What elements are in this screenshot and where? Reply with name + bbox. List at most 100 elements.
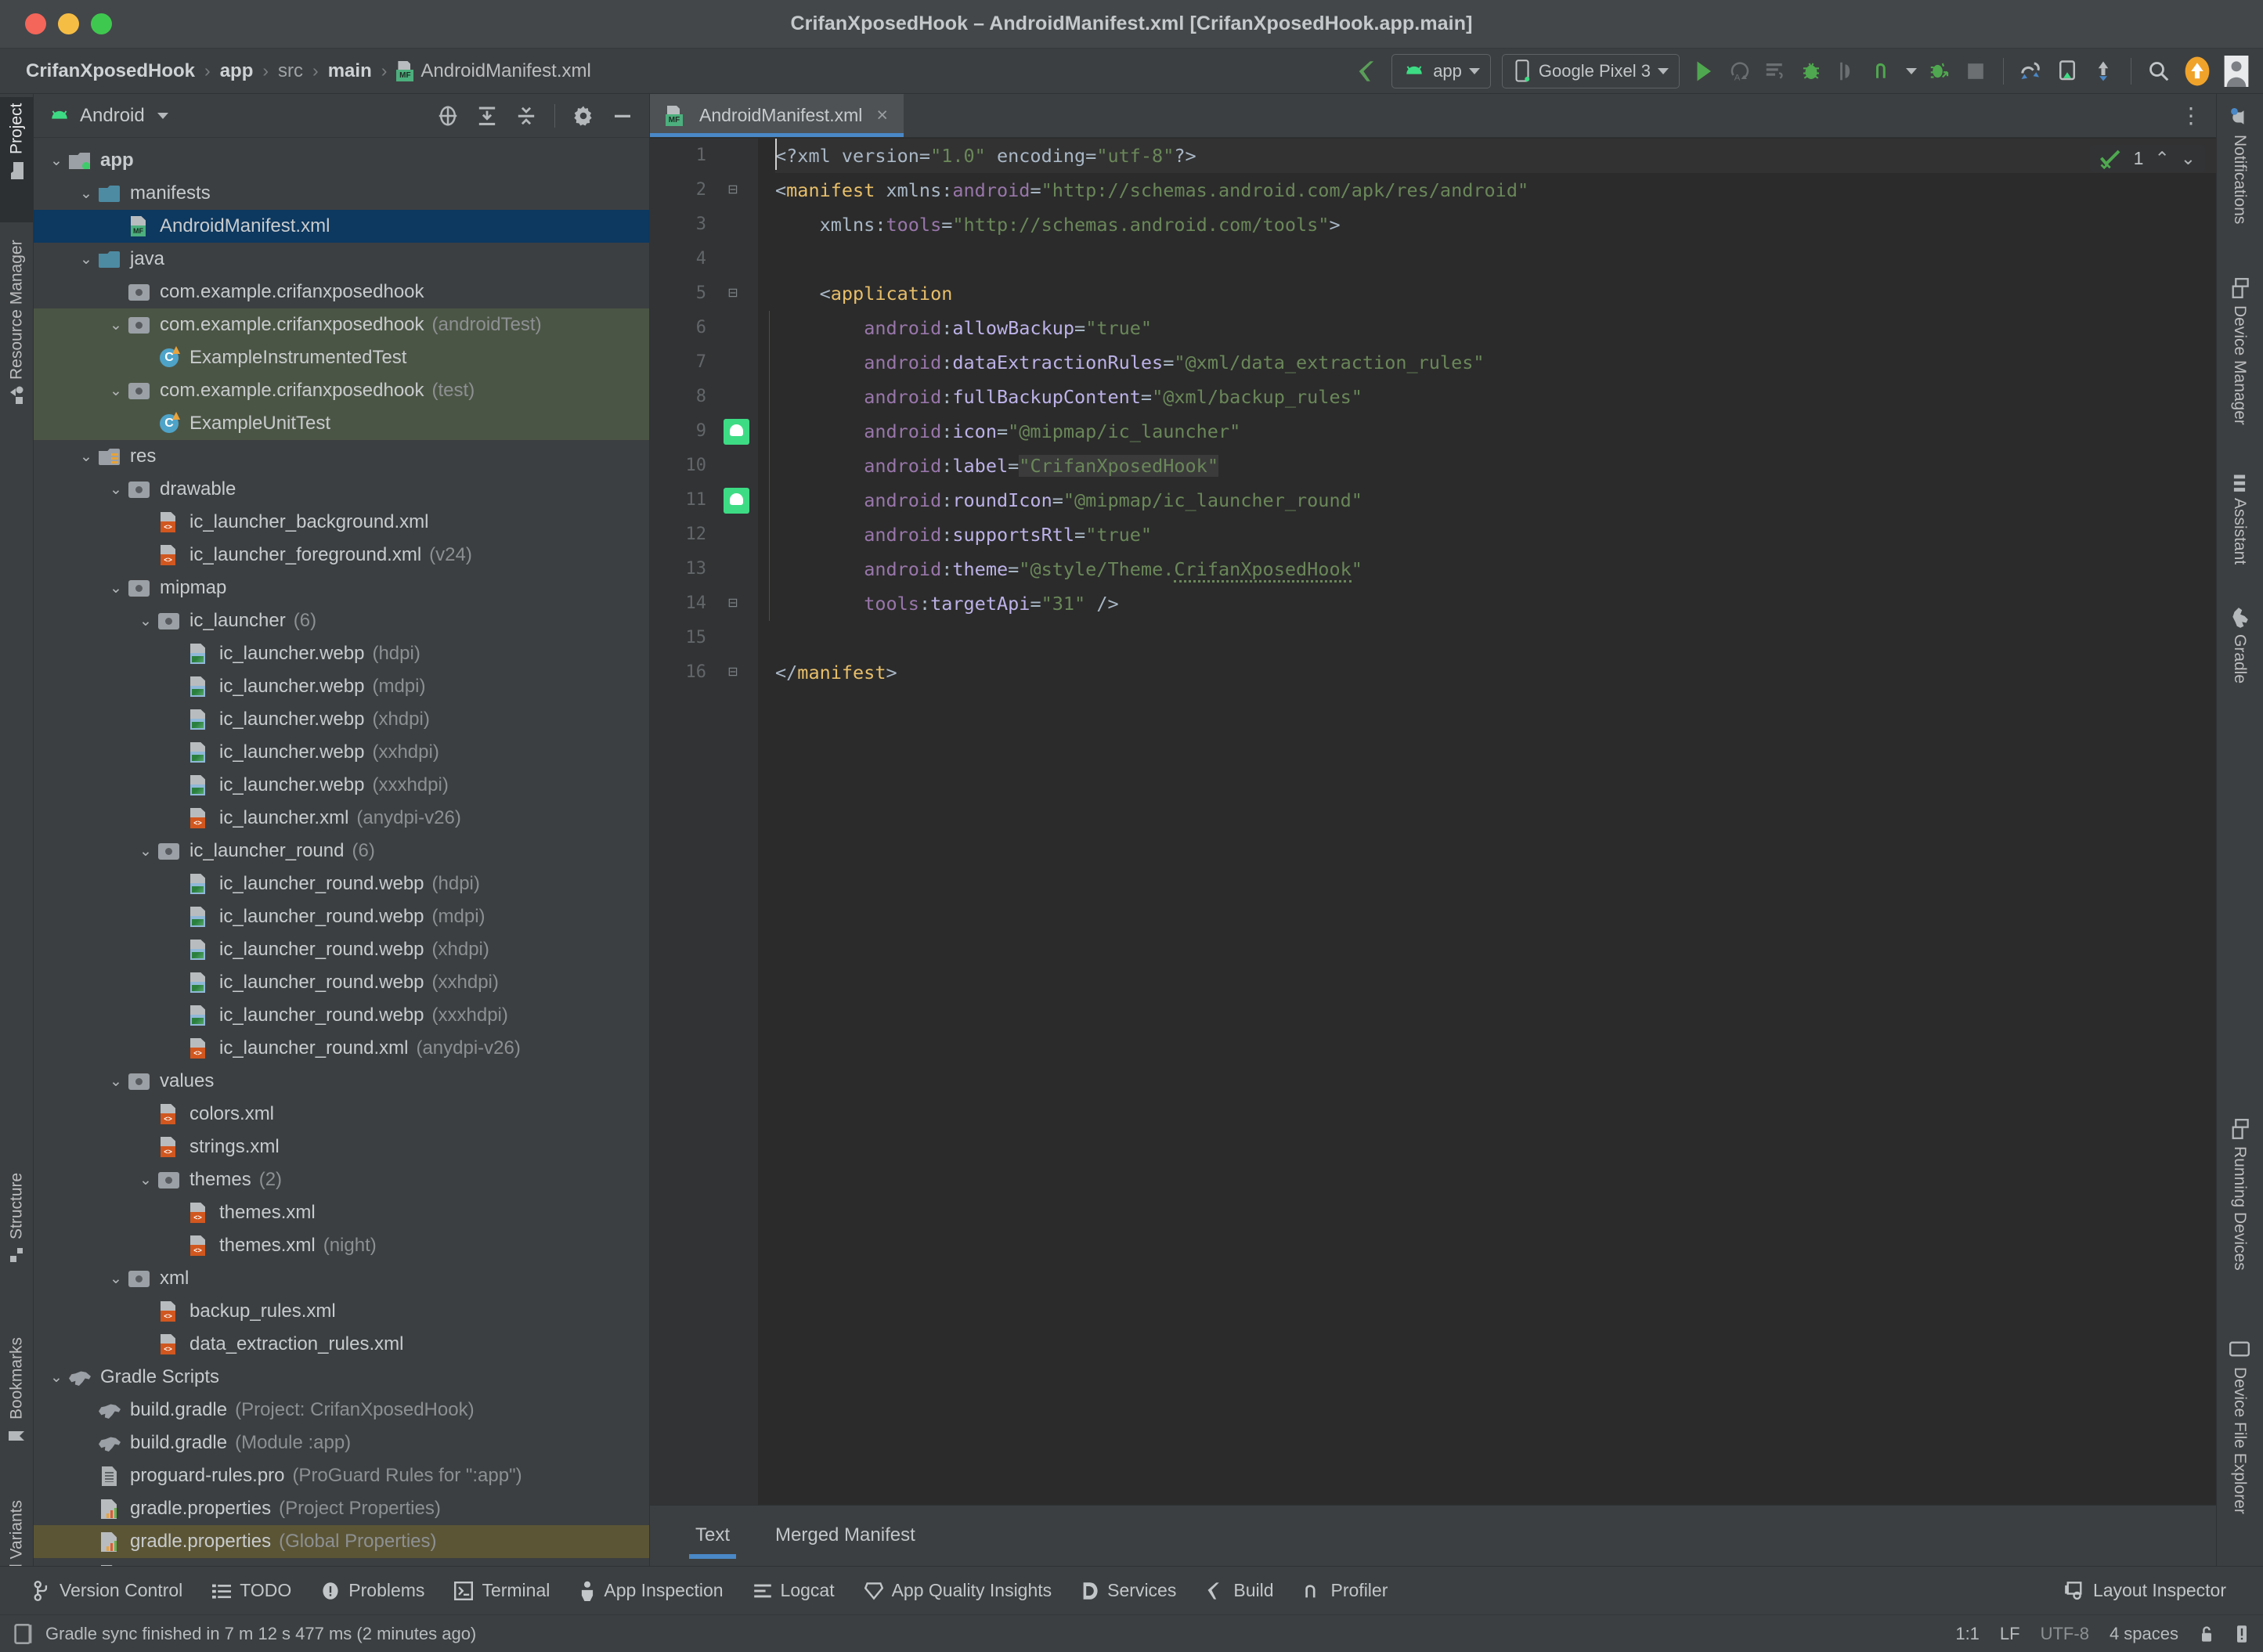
project-tree[interactable]: ⌄ app ⌄ manifests MF AndroidManifest.xml ⌄ java… (34, 139, 649, 1566)
tree-node[interactable]: <> strings.xml (34, 1131, 649, 1163)
module-selector[interactable]: app (1391, 54, 1491, 88)
tree-node[interactable]: ⌄ java (34, 243, 649, 276)
device-manager-button[interactable] (2049, 54, 2085, 88)
minus-icon[interactable] (605, 99, 640, 133)
code-fold-toggle[interactable]: ⊟ (725, 655, 741, 690)
search-everywhere-button[interactable] (2141, 54, 2177, 88)
breadcrumb-item-app[interactable]: app (215, 60, 259, 82)
profile-button[interactable] (1865, 54, 1901, 88)
toolwindow-problems[interactable]: Problems (306, 1567, 439, 1615)
tree-node[interactable]: ic_launcher_round.webp (hdpi) (34, 867, 649, 900)
editor-gutter[interactable]: 1 2 ⊟ 3 4 5 ⊟ 6 7 8 9 10 11 12 13 14 ⊟ 15 16 ⊟ (650, 139, 758, 1505)
breadcrumb-item-project[interactable]: CrifanXposedHook (20, 60, 200, 82)
apply-changes-button[interactable]: A (1721, 54, 1757, 88)
apply-code-changes-button[interactable] (1757, 54, 1793, 88)
tree-node[interactable]: ⌄ drawable (34, 473, 649, 506)
sidebar-item-assistant[interactable]: Assistant (2216, 467, 2263, 608)
collapse-all-button[interactable] (509, 99, 543, 133)
run-with-coverage-button[interactable] (1922, 54, 1958, 88)
chevron-down-icon[interactable]: ⌄ (104, 1073, 128, 1091)
run-button[interactable] (1685, 54, 1721, 88)
chevron-down-icon[interactable]: ⌄ (134, 842, 157, 860)
tree-node[interactable]: ⌄ res (34, 440, 649, 473)
account-button[interactable] (2218, 54, 2255, 88)
tree-node[interactable]: ic_launcher.webp (xhdpi) (34, 703, 649, 736)
toolwindow-terminal[interactable]: Terminal (439, 1567, 565, 1615)
tab-text[interactable]: Text (678, 1512, 747, 1560)
sidebar-item-project[interactable]: Project (0, 97, 34, 222)
tree-node[interactable]: <> backup_rules.xml (34, 1295, 649, 1328)
line-separator[interactable]: LF (2000, 1624, 2020, 1644)
sidebar-item-resource-manager[interactable]: Resource Manager (0, 233, 34, 468)
tree-node[interactable]: ExampleInstrumentedTest (34, 341, 649, 374)
tree-node[interactable]: MF AndroidManifest.xml (34, 210, 649, 243)
tree-node[interactable]: ic_launcher.webp (xxhdpi) (34, 736, 649, 769)
tree-node[interactable]: build.gradle (Project: CrifanXposedHook) (34, 1394, 649, 1427)
tree-node[interactable]: ic_launcher_round.webp (xxxhdpi) (34, 999, 649, 1032)
toolwindow-services[interactable]: Services (1067, 1567, 1191, 1615)
tree-node[interactable]: ⌄ app (34, 144, 649, 177)
tree-node[interactable]: ExampleUnitTest (34, 407, 649, 440)
tree-node[interactable]: ic_launcher_round.webp (xhdpi) (34, 933, 649, 966)
android-resource-gutter-icon[interactable] (724, 419, 749, 445)
tree-node[interactable]: ⌄ ic_launcher (6) (34, 604, 649, 637)
chevron-down-icon[interactable]: ⌄ (134, 1171, 157, 1189)
tree-node[interactable]: ic_launcher_round.webp (xxhdpi) (34, 966, 649, 999)
code-editor[interactable]: 1 2 ⊟ 3 4 5 ⊟ 6 7 8 9 10 11 12 13 14 ⊟ 15 16 ⊟ <?xml versio… (650, 139, 2216, 1505)
previous-problem-icon[interactable]: ⌃ (2154, 148, 2169, 169)
chevron-down-icon[interactable]: ⌄ (104, 316, 128, 334)
unlocked-padlock-icon[interactable] (2199, 1625, 2214, 1643)
tree-node[interactable]: ic_launcher_round.webp (mdpi) (34, 900, 649, 933)
file-encoding[interactable]: UTF-8 (2041, 1624, 2089, 1644)
tree-node[interactable]: <> ic_launcher_round.xml (anydpi-v26) (34, 1032, 649, 1065)
tree-node[interactable]: ic_launcher.webp (hdpi) (34, 637, 649, 670)
sidebar-item-running-devices[interactable]: Running Devices (2216, 1112, 2263, 1323)
tree-node[interactable]: gradle.properties (Project Properties) (34, 1492, 649, 1525)
tree-node[interactable]: ic_launcher.webp (mdpi) (34, 670, 649, 703)
tree-node[interactable]: <> ic_launcher_foreground.xml (v24) (34, 539, 649, 572)
tree-node[interactable]: ⌄ Gradle Scripts (34, 1361, 649, 1394)
sidebar-item-device-manager[interactable]: Device Manager (2216, 271, 2263, 467)
tree-node[interactable]: ic_launcher.webp (xxxhdpi) (34, 769, 649, 802)
select-opened-file-button[interactable] (431, 99, 465, 133)
close-icon[interactable]: × (876, 104, 888, 127)
tree-node[interactable]: <> ic_launcher_background.xml (34, 506, 649, 539)
chevron-down-icon[interactable]: ⌄ (45, 1369, 68, 1387)
toolwindow-layout-inspector[interactable]: Layout Inspector (2049, 1567, 2241, 1615)
chevron-down-icon[interactable]: ⌄ (74, 185, 98, 203)
tree-node[interactable]: <> themes.xml (night) (34, 1229, 649, 1262)
chevron-down-icon[interactable]: ⌄ (104, 579, 128, 597)
expand-all-button[interactable] (470, 99, 504, 133)
chevron-down-icon[interactable]: ⌄ (134, 612, 157, 630)
toolwindow-logcat[interactable]: Logcat (738, 1567, 850, 1615)
sidebar-item-device-file-explorer[interactable]: Device File Explorer (2216, 1331, 2263, 1566)
toolwindow-app-quality-insights[interactable]: App Quality Insights (850, 1567, 1067, 1615)
code-content[interactable]: <?xml version="1.0" encoding="utf-8"?> <m… (758, 139, 2216, 1505)
stop-button[interactable] (1958, 54, 1994, 88)
update-button[interactable] (2177, 54, 2218, 88)
breadcrumb[interactable]: CrifanXposedHook › app › src › main › MF… (20, 60, 597, 82)
code-fold-toggle[interactable]: ⊟ (725, 276, 741, 311)
tree-node[interactable]: ⌄ xml (34, 1262, 649, 1295)
event-log-icon[interactable] (14, 1623, 33, 1644)
tree-node[interactable]: ⌄ com.example.crifanxposedhook (test) (34, 374, 649, 407)
build-hammer-icon[interactable] (1350, 54, 1386, 88)
tree-node[interactable]: gradle.properties (Global Properties) (34, 1525, 649, 1558)
code-fold-toggle[interactable]: ⊟ (725, 586, 741, 621)
tree-node[interactable]: <> colors.xml (34, 1098, 649, 1131)
code-fold-toggle[interactable]: ⊟ (725, 173, 741, 207)
sidebar-item-bookmarks[interactable]: Bookmarks (0, 1331, 34, 1480)
tab-merged-manifest[interactable]: Merged Manifest (758, 1512, 933, 1560)
sidebar-item-notifications[interactable]: Notifications (2216, 100, 2263, 272)
tree-node[interactable]: ⌄ ic_launcher_round (6) (34, 835, 649, 867)
caret-position[interactable]: 1:1 (1955, 1624, 1980, 1644)
inspections-widget[interactable]: 1 ⌃ ⌄ (2089, 145, 2205, 172)
editor-tab-androidmanifest[interactable]: MF AndroidManifest.xml × (650, 94, 904, 137)
debug-button[interactable] (1793, 54, 1829, 88)
editor-options-kebab[interactable]: ⋮ (2166, 94, 2216, 137)
gear-icon[interactable] (566, 99, 601, 133)
device-selector[interactable]: Google Pixel 3 (1501, 54, 1680, 88)
tree-node[interactable]: ⌄ values (34, 1065, 649, 1098)
tree-node[interactable]: gradle-wrapper.properties(Gradle Version… (34, 1558, 649, 1566)
tree-node[interactable]: ⌄ themes (2) (34, 1163, 649, 1196)
